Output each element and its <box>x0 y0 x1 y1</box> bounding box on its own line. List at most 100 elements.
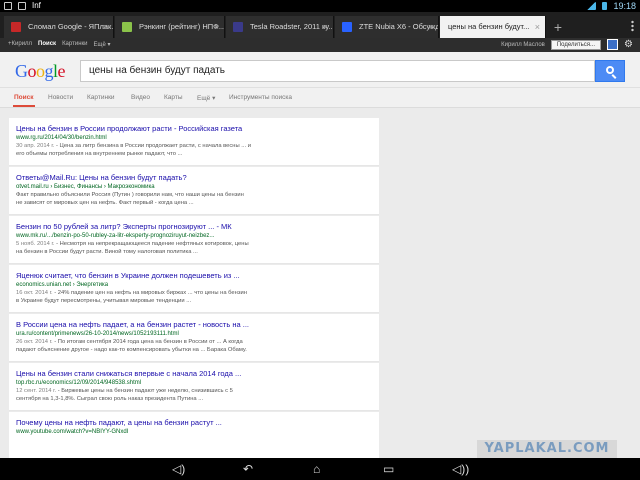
result-snippet: 5 нояб. 2014 г. - Несмотря на непрекраща… <box>16 240 372 248</box>
result-snippet-text: - Цена за литр бензина в России продолжа… <box>54 143 251 149</box>
result-title[interactable]: Бензин по 50 рублей за литр? Эксперты пр… <box>16 222 372 232</box>
result-snippet-line: на бензин в России будут расти. Виной то… <box>16 249 198 255</box>
google-logo[interactable]: Google <box>15 61 65 82</box>
result-item: Бензин по 50 рублей за литр? Эксперты пр… <box>9 216 379 264</box>
tab-video[interactable]: Видео <box>131 94 150 101</box>
gear-icon[interactable]: ⚙ <box>624 39 634 50</box>
tab-search-tools[interactable]: Инструменты поиска <box>229 94 292 101</box>
tab-maps[interactable]: Карты <box>164 94 183 101</box>
gbar-item-more[interactable]: Ещё ▾ <box>94 41 111 48</box>
result-item: Цены на бензин в России продолжают расти… <box>9 118 379 166</box>
tab-search[interactable]: Поиск <box>14 94 34 101</box>
usb-icon <box>18 1 26 10</box>
result-snippet-line: не зависят от мировых цен на нефть. Факт… <box>16 200 194 206</box>
close-icon[interactable]: × <box>323 16 328 38</box>
favicon-icon <box>342 22 352 32</box>
result-url[interactable]: top.rbc.ru/economics/12/09/2014/948538.s… <box>16 379 372 387</box>
result-date: 5 нояб. 2014 г. <box>16 241 55 247</box>
result-title[interactable]: В России цена на нефть падает, а на бенз… <box>16 320 372 330</box>
result-snippet: 26 окт. 2014 г. - По итогам сентября 201… <box>16 338 372 346</box>
back-icon[interactable]: ↶ <box>243 462 253 476</box>
tab-title: Tesla Roadster, 2011 ку... <box>250 22 334 31</box>
tab-title: Сломал Google - ЯПлак... <box>28 22 114 31</box>
result-item: Почему цены на нефть падают, а цены на б… <box>9 412 379 458</box>
result-snippet-text: - Биржевые цены на бензин падают уже нед… <box>56 388 233 394</box>
screenshot-icon <box>4 1 12 10</box>
new-tab-button[interactable]: + <box>548 18 568 36</box>
favicon-icon <box>11 22 21 32</box>
browser-tab[interactable]: ZTE Nubia X6 - Обсужд... × <box>335 16 439 38</box>
user-name[interactable]: Кирилл Маслов <box>501 42 545 48</box>
gbar-item-plus[interactable]: +Кирилл <box>8 41 32 48</box>
close-icon[interactable]: × <box>103 16 108 38</box>
search-input[interactable]: цены на бензин будут падать <box>80 60 595 82</box>
browser-tab-active[interactable]: цены на бензин будут... × <box>440 16 546 38</box>
browser-tab[interactable]: Tesla Roadster, 2011 ку... × <box>226 16 334 38</box>
result-url[interactable]: www.rg.ru/2014/04/30/benzin.html <box>16 134 372 142</box>
result-date: 26 окт. 2014 г. <box>16 339 53 345</box>
result-url[interactable]: ura.ru/content/primenews/26-10-2014/news… <box>16 330 372 338</box>
close-icon[interactable]: × <box>214 16 219 38</box>
result-title[interactable]: Почему цены на нефть падают, а цены на б… <box>16 418 372 428</box>
active-tab-indicator <box>13 105 35 107</box>
browser-tab[interactable]: Рэнкинг (рейтинг) НПФ... × <box>115 16 225 38</box>
wifi-icon <box>586 2 597 10</box>
system-nav-bar: ◁) ↶ ⌂ ▭ ◁)) <box>0 458 640 480</box>
tab-images[interactable]: Картинки <box>87 94 115 101</box>
search-header: Google цены на бензин будут падать <box>0 52 640 88</box>
result-snippet: 16 окт. 2014 г. - 24% падение цен на неф… <box>16 289 372 297</box>
gbar-item-search[interactable]: Поиск <box>38 41 56 48</box>
result-snippet-line: в Украине будут пересмотрены, учитывая м… <box>16 298 192 304</box>
share-button[interactable]: Поделиться... <box>550 39 601 50</box>
result-item: Яценюк считает, что бензин в Украине дол… <box>9 265 379 313</box>
result-snippet: 30 апр. 2014 г. - Цена за литр бензина в… <box>16 142 372 150</box>
result-date: 12 сент. 2014 г. <box>16 388 57 394</box>
result-item: В России цена на нефть падает, а на бенз… <box>9 314 379 362</box>
favicon-icon <box>233 22 243 32</box>
result-snippet-line: сентября на 1,3-1,8%. Сыграл свою роль н… <box>16 396 204 402</box>
volume-up-icon[interactable]: ◁)) <box>452 462 469 476</box>
result-snippet: 12 сент. 2014 г. - Биржевые цены на бенз… <box>16 387 372 395</box>
result-snippet-text: Факт правильно объяснили Россия (Путин )… <box>16 192 244 198</box>
result-url[interactable]: otvet.mail.ru › Бизнес, Финансы › Макроэ… <box>16 183 372 191</box>
status-label: Inf <box>32 1 41 10</box>
close-icon[interactable]: × <box>535 16 540 38</box>
result-url[interactable]: economics.unian.net › Энергетика <box>16 281 372 289</box>
tab-news[interactable]: Новости <box>48 94 73 101</box>
result-item: Ответы@Mail.Ru: Цены на бензин будут пад… <box>9 167 379 215</box>
result-snippet-text: - 24% падение цен на нефть на мировых би… <box>52 290 247 296</box>
result-snippet-line: его объемы потребления на внутреннем рын… <box>16 151 183 157</box>
result-title[interactable]: Цены на бензин стали снижаться впервые с… <box>16 369 372 379</box>
result-snippet-line: падают объяснение другое - надо как-то к… <box>16 347 247 353</box>
google-bar: +Кирилл Поиск Картинки Ещё ▾ Кирилл Масл… <box>0 38 640 52</box>
clock: 19:18 <box>613 1 636 11</box>
result-title[interactable]: Цены на бензин в России продолжают расти… <box>16 124 372 134</box>
result-date: 16 окт. 2014 г. <box>16 290 53 296</box>
overflow-menu-icon[interactable] <box>631 20 634 32</box>
result-snippet: Факт правильно объяснили Россия (Путин )… <box>16 191 372 199</box>
status-bar: Inf 19:18 <box>0 0 640 12</box>
tab-more[interactable]: Ещё ▾ <box>197 94 215 102</box>
result-item: Цены на бензин стали снижаться впервые с… <box>9 363 379 411</box>
browser-tab-strip: Сломал Google - ЯПлак... × Рэнкинг (рейт… <box>0 12 640 38</box>
recent-apps-icon[interactable]: ▭ <box>383 462 394 476</box>
result-url[interactable]: www.youtube.com/watch?v=NBIYY-GNxdI <box>16 428 372 436</box>
result-url[interactable]: www.mk.ru/.../benzin-po-50-rubley-za-lit… <box>16 232 372 240</box>
battery-icon <box>602 2 608 10</box>
browser-tab[interactable]: Сломал Google - ЯПлак... × <box>4 16 114 38</box>
tab-title: цены на бензин будут... <box>448 22 530 31</box>
gbar-item-images[interactable]: Картинки <box>62 41 87 48</box>
result-snippet-text: - По итогам сентября 2014 года цена на б… <box>52 339 243 345</box>
search-button[interactable] <box>595 60 625 82</box>
volume-down-icon[interactable]: ◁) <box>172 462 185 476</box>
home-icon[interactable]: ⌂ <box>313 462 320 476</box>
result-title[interactable]: Ответы@Mail.Ru: Цены на бензин будут пад… <box>16 173 372 183</box>
watermark-logo: YAPLAKAL.COM <box>477 440 617 458</box>
close-icon[interactable]: × <box>428 16 433 38</box>
search-icon <box>606 66 614 74</box>
result-snippet-text: - Несмотря на непрекращающееся падение н… <box>54 241 249 247</box>
result-title[interactable]: Яценюк считает, что бензин в Украине дол… <box>16 271 372 281</box>
avatar[interactable] <box>607 39 618 50</box>
tab-title: Рэнкинг (рейтинг) НПФ... <box>139 22 225 31</box>
favicon-icon <box>122 22 132 32</box>
